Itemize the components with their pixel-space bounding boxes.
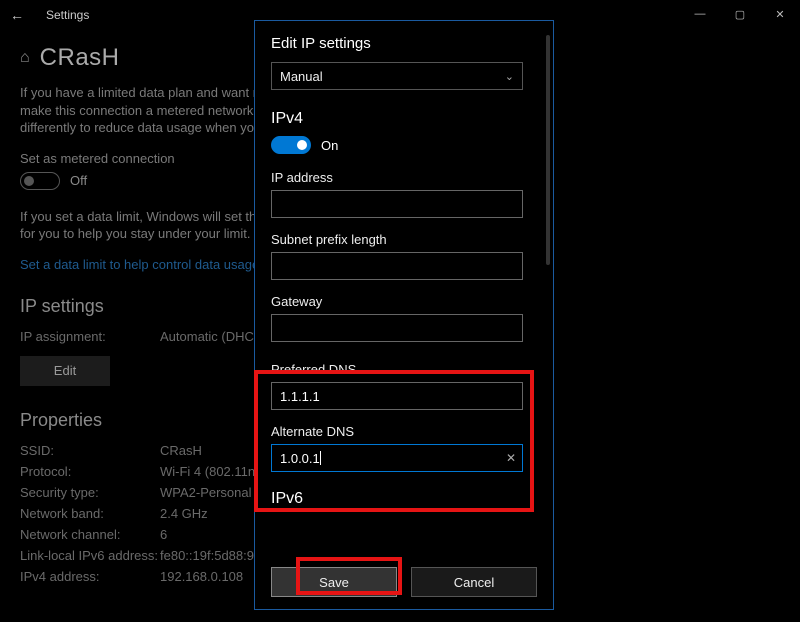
edit-button[interactable]: Edit: [20, 356, 110, 386]
close-button[interactable]: ✕: [760, 0, 800, 28]
dialog-title: Edit IP settings: [271, 35, 537, 52]
preferred-dns-input[interactable]: 1.1.1.1: [271, 382, 523, 410]
chevron-down-icon: ⌄: [505, 70, 514, 83]
window-controls: — ▢ ✕: [680, 0, 800, 28]
window-title: Settings: [38, 8, 89, 22]
gateway-input[interactable]: [271, 314, 523, 342]
alternate-dns-input[interactable]: 1.0.0.1 ✕: [271, 444, 523, 472]
ip-assignment-label: IP assignment:: [20, 329, 160, 344]
ip-assignment-value: Automatic (DHCP): [160, 329, 267, 344]
ipv6-heading: IPv6: [271, 490, 537, 508]
maximize-button[interactable]: ▢: [720, 0, 760, 28]
ipv4-heading: IPv4: [271, 110, 537, 128]
metered-state: Off: [70, 173, 87, 188]
subnet-label: Subnet prefix length: [271, 232, 537, 247]
ip-address-input[interactable]: [271, 190, 523, 218]
mode-select[interactable]: Manual ⌄: [271, 62, 523, 90]
home-icon[interactable]: ⌂: [20, 49, 30, 67]
mode-value: Manual: [280, 69, 323, 84]
page-title: CRasH: [40, 44, 120, 72]
ipv4-toggle[interactable]: [271, 136, 311, 154]
minimize-button[interactable]: —: [680, 0, 720, 28]
alternate-dns-label: Alternate DNS: [271, 424, 537, 439]
ipv4-state: On: [321, 138, 338, 153]
preferred-dns-label: Preferred DNS: [271, 362, 537, 377]
scrollbar[interactable]: [546, 35, 550, 265]
cancel-button[interactable]: Cancel: [411, 567, 537, 597]
gateway-label: Gateway: [271, 294, 537, 309]
save-button[interactable]: Save: [271, 567, 397, 597]
ip-address-label: IP address: [271, 170, 537, 185]
metered-toggle[interactable]: [20, 172, 60, 190]
back-icon[interactable]: ←: [10, 7, 38, 23]
edit-ip-dialog: Edit IP settings Manual ⌄ IPv4 On IP add…: [254, 20, 554, 610]
subnet-input[interactable]: [271, 252, 523, 280]
clear-icon[interactable]: ✕: [506, 451, 516, 465]
